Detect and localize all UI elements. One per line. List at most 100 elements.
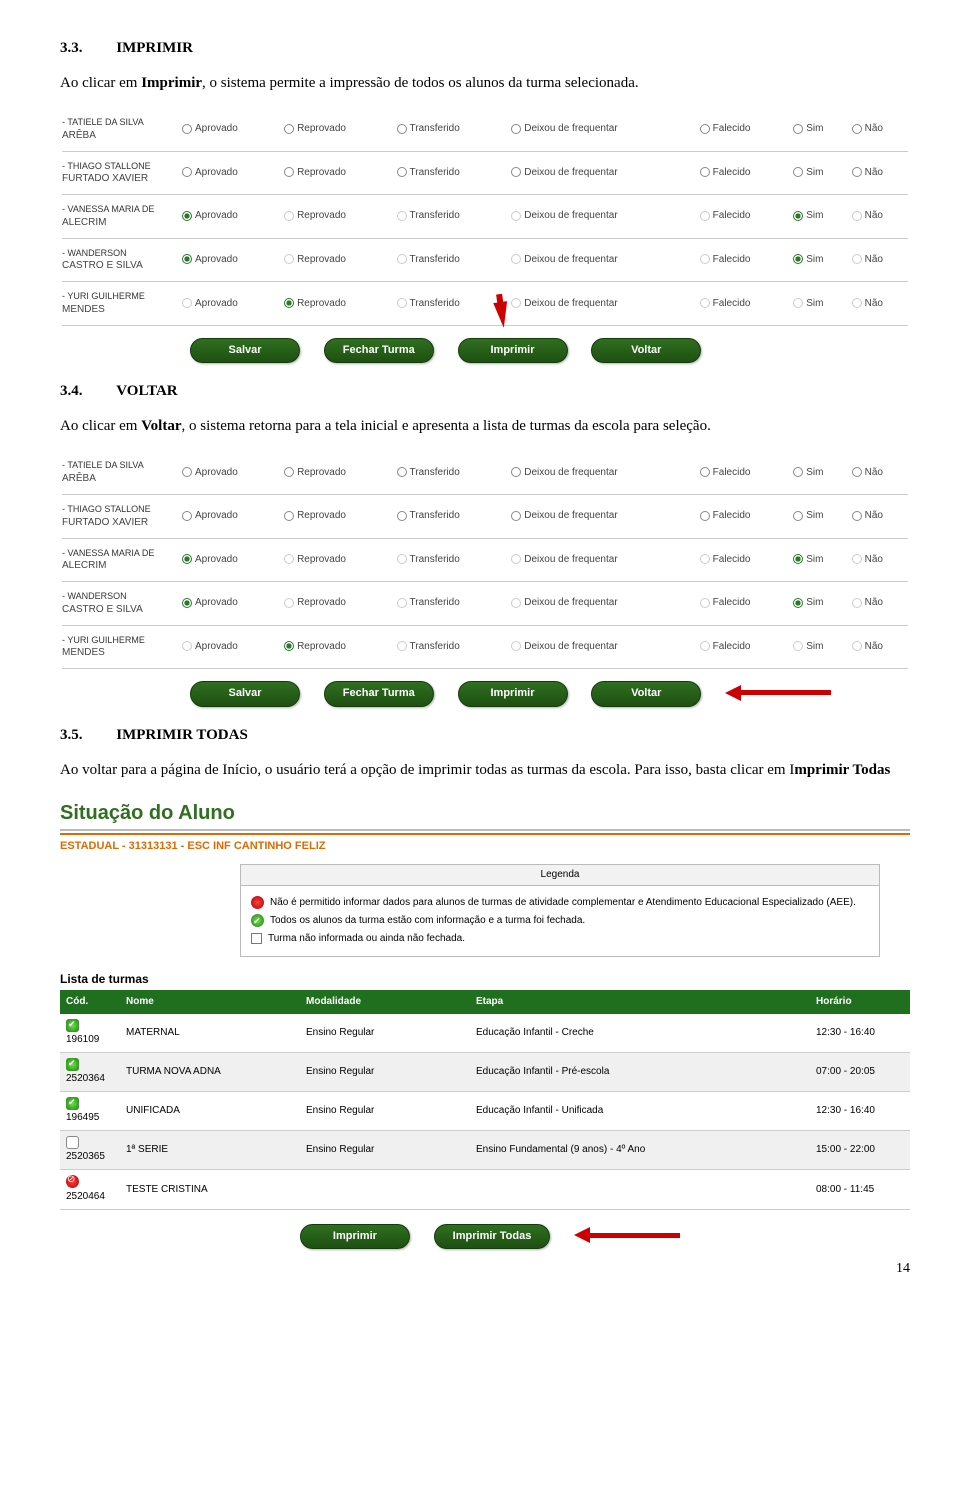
divider-grey xyxy=(60,829,910,831)
status-option[interactable]: Aprovado xyxy=(180,630,282,665)
status-option[interactable]: Transferido xyxy=(395,286,510,321)
salvar-button[interactable]: Salvar xyxy=(190,338,300,363)
nao-option[interactable]: Não xyxy=(850,543,910,578)
nao-option[interactable]: Não xyxy=(850,243,910,278)
voltar-button[interactable]: Voltar xyxy=(591,338,701,363)
legend-body: Não é permitido informar dados para alun… xyxy=(241,886,879,956)
imprimir-button[interactable]: Imprimir xyxy=(458,681,568,706)
nao-option[interactable]: Não xyxy=(850,630,910,665)
status-option[interactable]: Transferido xyxy=(395,543,510,578)
table-row[interactable]: 25203651ª SERIEEnsino RegularEnsino Fund… xyxy=(60,1131,910,1170)
status-option[interactable]: Deixou de frequentar xyxy=(509,243,697,278)
status-option[interactable]: Deixou de frequentar xyxy=(509,286,697,321)
imprimir-todas-button[interactable]: Imprimir Todas xyxy=(434,1224,551,1249)
lista-turmas-title: Lista de turmas xyxy=(60,971,910,988)
status-option[interactable]: Aprovado xyxy=(180,543,282,578)
sim-option[interactable]: Sim xyxy=(791,630,849,665)
status-option[interactable]: Falecido xyxy=(698,586,792,621)
status-option[interactable]: Transferido xyxy=(395,112,510,147)
status-option[interactable]: Falecido xyxy=(698,286,792,321)
status-option[interactable]: Reprovado xyxy=(282,455,394,490)
nao-option[interactable]: Não xyxy=(850,455,910,490)
nao-option[interactable]: Não xyxy=(850,112,910,147)
status-option[interactable]: Aprovado xyxy=(180,243,282,278)
table-row[interactable]: 196495UNIFICADAEnsino RegularEducação In… xyxy=(60,1092,910,1131)
status-option[interactable]: Aprovado xyxy=(180,499,282,534)
imprimir-button-row: Imprimir Imprimir Todas xyxy=(60,1224,910,1249)
nao-option[interactable]: Não xyxy=(850,156,910,191)
status-option[interactable]: Falecido xyxy=(698,543,792,578)
voltar-button[interactable]: Voltar xyxy=(591,681,701,706)
legend-head: Legenda xyxy=(241,865,879,886)
section-3-5-title: IMPRIMIR TODAS xyxy=(116,727,248,743)
status-option[interactable]: Reprovado xyxy=(282,499,394,534)
status-option[interactable]: Reprovado xyxy=(282,586,394,621)
status-icon xyxy=(66,1058,79,1071)
imprimir-button[interactable]: Imprimir xyxy=(300,1224,410,1249)
status-option[interactable]: Falecido xyxy=(698,112,792,147)
status-option[interactable]: Reprovado xyxy=(282,543,394,578)
status-option[interactable]: Falecido xyxy=(698,243,792,278)
status-option[interactable]: Falecido xyxy=(698,499,792,534)
status-option[interactable]: Deixou de frequentar xyxy=(509,630,697,665)
table-row[interactable]: 2520364TURMA NOVA ADNAEnsino RegularEduc… xyxy=(60,1053,910,1092)
status-option[interactable]: Reprovado xyxy=(282,286,394,321)
sim-option[interactable]: Sim xyxy=(791,499,849,534)
sim-option[interactable]: Sim xyxy=(791,199,849,234)
nao-option[interactable]: Não xyxy=(850,586,910,621)
nao-option[interactable]: Não xyxy=(850,286,910,321)
table-row[interactable]: 2520464TESTE CRISTINA08:00 - 11:45 xyxy=(60,1170,910,1209)
status-option[interactable]: Deixou de frequentar xyxy=(509,586,697,621)
nao-option[interactable]: Não xyxy=(850,199,910,234)
status-option[interactable]: Reprovado xyxy=(282,199,394,234)
status-option[interactable]: Aprovado xyxy=(180,112,282,147)
status-option[interactable]: Falecido xyxy=(698,455,792,490)
status-option[interactable]: Reprovado xyxy=(282,156,394,191)
student-name-cell: - TATIELE DA SILVAARÊBA xyxy=(60,455,180,490)
status-option[interactable]: Transferido xyxy=(395,586,510,621)
student-status-table-2: - TATIELE DA SILVAARÊBAAprovadoReprovado… xyxy=(60,455,910,673)
status-option[interactable]: Deixou de frequentar xyxy=(509,199,697,234)
status-option[interactable]: Transferido xyxy=(395,630,510,665)
fechar-turma-button[interactable]: Fechar Turma xyxy=(324,338,434,363)
status-option[interactable]: Deixou de frequentar xyxy=(509,499,697,534)
status-option[interactable]: Transferido xyxy=(395,455,510,490)
button-row-2: Salvar Fechar Turma Imprimir Voltar xyxy=(60,681,910,706)
status-option[interactable]: Deixou de frequentar xyxy=(509,112,697,147)
status-option[interactable]: Transferido xyxy=(395,199,510,234)
sim-option[interactable]: Sim xyxy=(791,286,849,321)
red-arrow-left-icon xyxy=(725,682,831,703)
status-option[interactable]: Reprovado xyxy=(282,112,394,147)
sim-option[interactable]: Sim xyxy=(791,243,849,278)
sim-option[interactable]: Sim xyxy=(791,156,849,191)
status-option[interactable]: Falecido xyxy=(698,156,792,191)
salvar-button[interactable]: Salvar xyxy=(190,681,300,706)
status-option[interactable]: Aprovado xyxy=(180,286,282,321)
legend-red-icon xyxy=(251,896,264,909)
student-name-cell: - VANESSA MARIA DEALECRIM xyxy=(60,543,180,578)
status-option[interactable]: Aprovado xyxy=(180,199,282,234)
status-option[interactable]: Reprovado xyxy=(282,243,394,278)
status-option[interactable]: Aprovado xyxy=(180,586,282,621)
imprimir-button[interactable]: Imprimir xyxy=(458,338,568,363)
sim-option[interactable]: Sim xyxy=(791,112,849,147)
status-option[interactable]: Falecido xyxy=(698,199,792,234)
status-option[interactable]: Transferido xyxy=(395,499,510,534)
sim-option[interactable]: Sim xyxy=(791,455,849,490)
status-option[interactable]: Transferido xyxy=(395,156,510,191)
status-option[interactable]: Aprovado xyxy=(180,455,282,490)
sim-option[interactable]: Sim xyxy=(791,543,849,578)
status-option[interactable]: Deixou de frequentar xyxy=(509,543,697,578)
student-name-cell: - VANESSA MARIA DEALECRIM xyxy=(60,199,180,234)
table-row[interactable]: 196109MATERNALEnsino RegularEducação Inf… xyxy=(60,1014,910,1053)
status-option[interactable]: Deixou de frequentar xyxy=(509,156,697,191)
nao-option[interactable]: Não xyxy=(850,499,910,534)
status-option[interactable]: Aprovado xyxy=(180,156,282,191)
fechar-turma-button[interactable]: Fechar Turma xyxy=(324,681,434,706)
sim-option[interactable]: Sim xyxy=(791,586,849,621)
status-option[interactable]: Reprovado xyxy=(282,630,394,665)
student-name-cell: - THIAGO STALLONEFURTADO XAVIER xyxy=(60,156,180,191)
status-option[interactable]: Deixou de frequentar xyxy=(509,455,697,490)
status-option[interactable]: Falecido xyxy=(698,630,792,665)
status-option[interactable]: Transferido xyxy=(395,243,510,278)
